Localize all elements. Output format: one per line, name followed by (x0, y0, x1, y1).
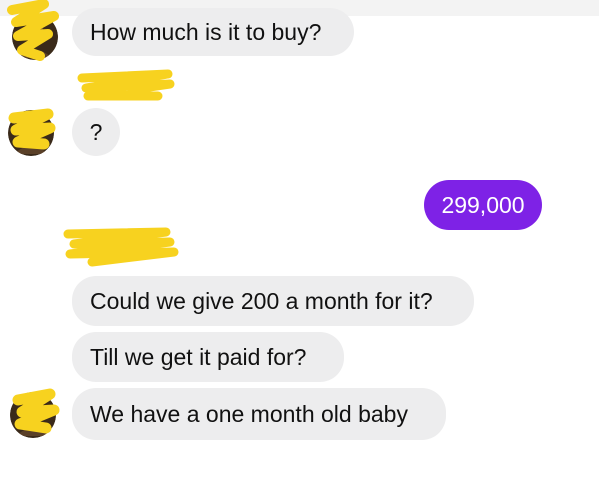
message-bubble[interactable]: ? (72, 108, 120, 156)
redaction-scribble (62, 226, 179, 268)
message-bubble[interactable]: Till we get it paid for? (72, 332, 344, 382)
redaction-scribble (10, 388, 60, 438)
redaction-scribble (77, 69, 175, 102)
message-bubble[interactable]: Could we give 200 a month for it? (72, 276, 474, 326)
redaction-scribble (2, 0, 72, 66)
message-text: Till we get it paid for? (90, 343, 307, 370)
message-text: Could we give 200 a month for it? (90, 287, 433, 314)
outgoing-message-bubble[interactable]: 299,000 (424, 180, 542, 230)
message-text: 299,000 (441, 191, 525, 218)
message-bubble[interactable]: How much is it to buy? (72, 8, 354, 56)
message-text: How much is it to buy? (90, 18, 322, 45)
message-text: ? (89, 118, 103, 145)
message-text: We have a one month old baby (90, 400, 408, 427)
message-bubble[interactable]: We have a one month old baby (72, 388, 446, 440)
redaction-scribble (6, 108, 58, 152)
